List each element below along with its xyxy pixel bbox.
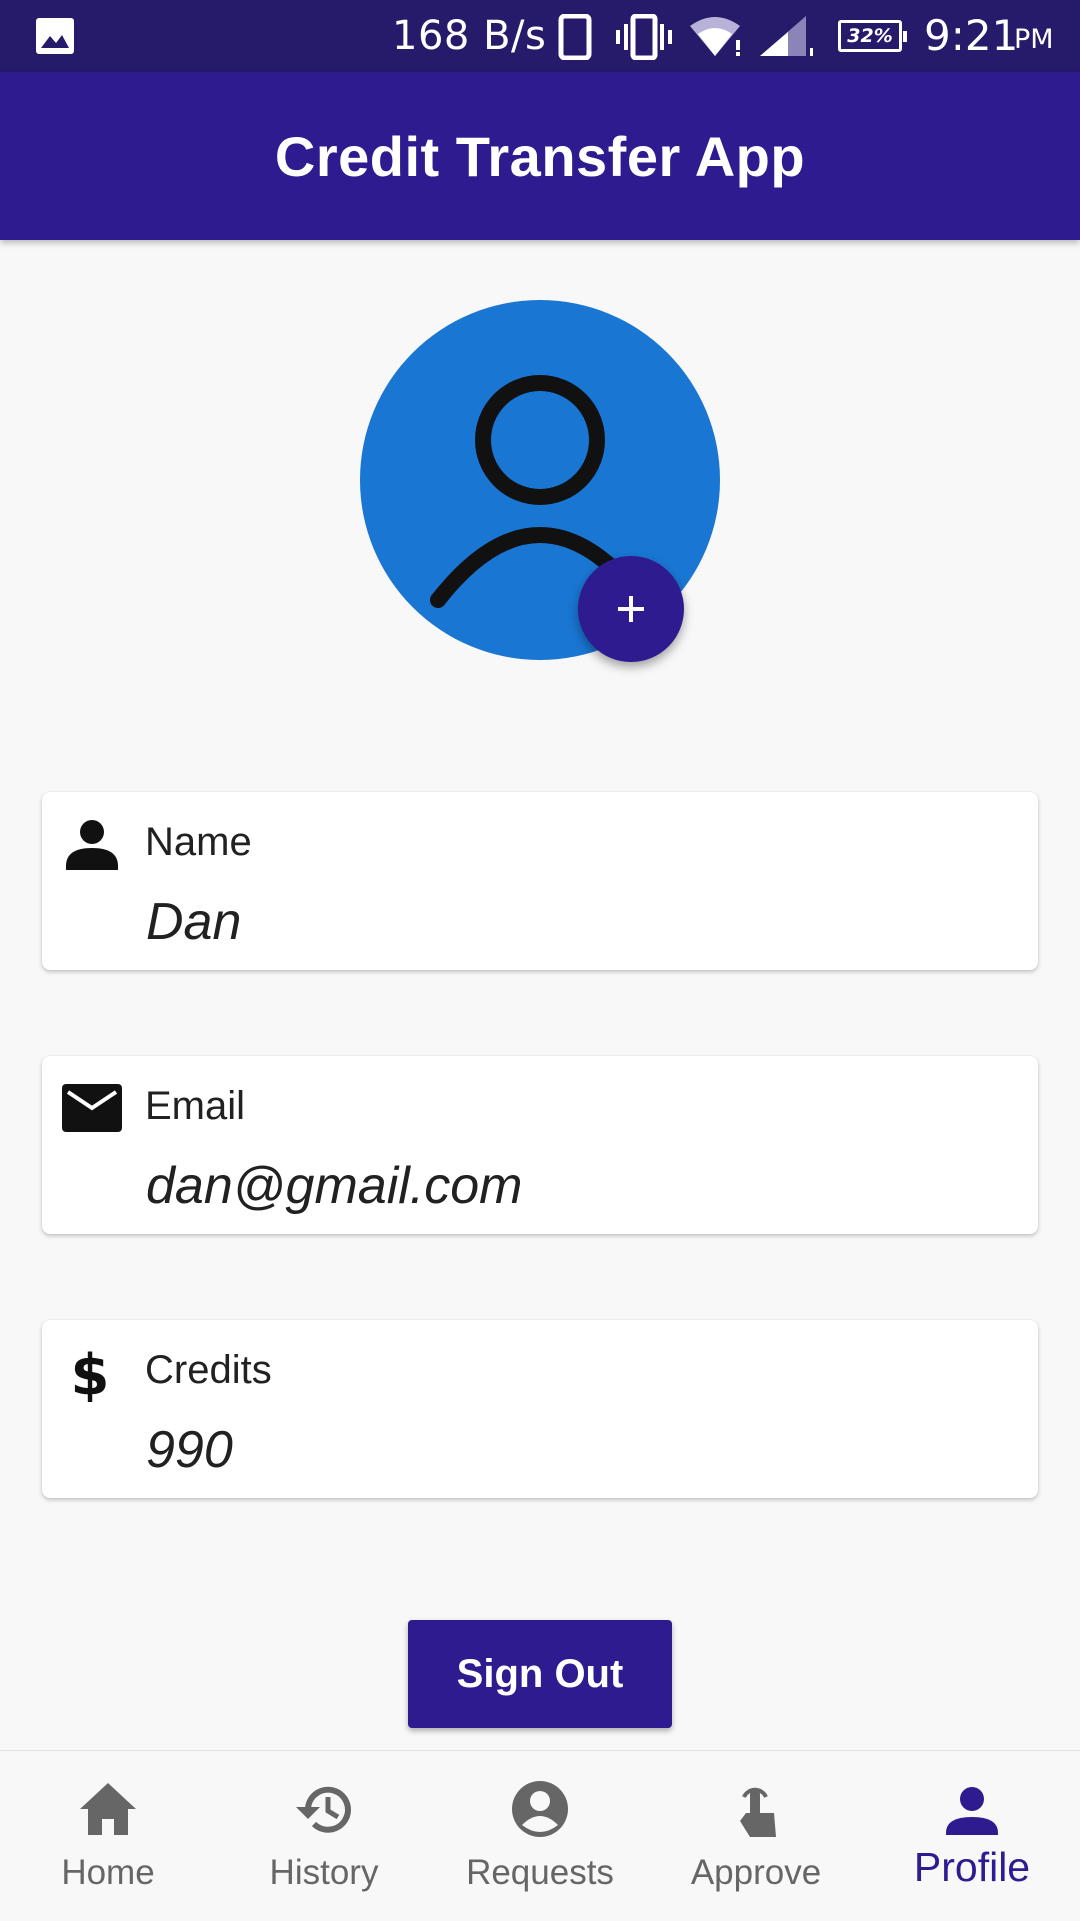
name-value: Dan <box>146 893 242 951</box>
credits-label: Credits <box>145 1348 272 1392</box>
name-label: Name <box>145 820 252 864</box>
nav-item-approve[interactable]: Approve <box>648 1751 864 1921</box>
app-bar: Credit Transfer App <box>0 72 1080 240</box>
credits-card: $ Credits 990 <box>42 1320 1038 1498</box>
email-value: dan@gmail.com <box>146 1157 523 1215</box>
account-circle-icon <box>512 1781 568 1837</box>
nav-label-profile: Profile <box>913 1844 1031 1890</box>
gallery-icon <box>36 18 74 54</box>
plus-icon <box>618 596 644 622</box>
person-icon <box>946 1787 998 1835</box>
sign-out-button[interactable]: Sign Out <box>408 1620 672 1728</box>
nav-label-home: Home <box>61 1853 155 1892</box>
svg-text:$: $ <box>71 1343 110 1402</box>
email-label: Email <box>145 1084 246 1128</box>
bottom-nav: Home History Requests Approve Profile <box>0 1750 1080 1920</box>
status-bar: 168 B/s 32% 9:21 PM <box>0 0 1080 72</box>
email-card: Email dan@gmail.com <box>42 1056 1038 1234</box>
nav-item-home[interactable]: Home <box>0 1751 216 1921</box>
dollar-icon: $ <box>71 1343 110 1402</box>
clock-ampm: PM <box>1014 24 1054 55</box>
nav-item-profile[interactable]: Profile <box>864 1751 1080 1921</box>
nav-item-history[interactable]: History <box>216 1751 432 1921</box>
mail-icon <box>62 1084 122 1132</box>
person-icon <box>66 820 118 870</box>
network-speed: 168 B/s <box>392 13 547 59</box>
battery-indicator: 32% <box>838 20 907 52</box>
app-title: Credit Transfer App <box>274 124 806 188</box>
nav-item-requests[interactable]: Requests <box>432 1751 648 1921</box>
nav-label-approve: Approve <box>690 1853 822 1892</box>
vibrate-icon <box>616 14 672 60</box>
touch-icon <box>740 1787 776 1837</box>
nav-label-history: History <box>269 1853 379 1892</box>
clock: 9:21 <box>924 11 1019 60</box>
phone-icon <box>558 14 592 60</box>
history-icon <box>296 1786 351 1833</box>
credits-value: 990 <box>146 1421 233 1479</box>
add-photo-button[interactable] <box>578 556 684 662</box>
nav-label-requests: Requests <box>466 1853 614 1892</box>
signal-icon <box>760 16 813 56</box>
name-card: Name Dan <box>42 792 1038 970</box>
wifi-icon <box>690 17 740 56</box>
home-icon <box>80 1783 136 1835</box>
